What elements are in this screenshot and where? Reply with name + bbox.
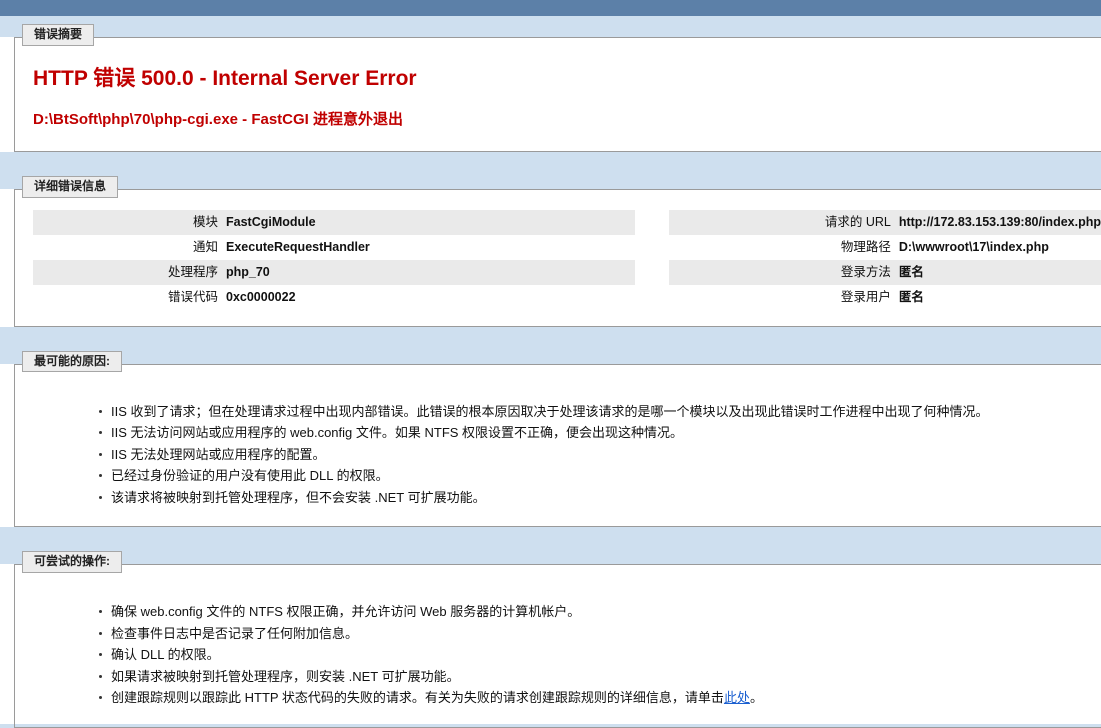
table-row: 处理程序 php_70 — [33, 259, 635, 285]
detail-table-right: 请求的 URL http://172.83.153.139:80/index.p… — [668, 210, 1101, 310]
detail-key: 处理程序 — [33, 259, 225, 285]
detail-key: 请求的 URL — [668, 210, 898, 235]
detail-value: D:\wwwroot\17\index.php — [898, 239, 1049, 254]
detail-key: 登录用户 — [840, 289, 891, 304]
detail-key: 通知 — [192, 239, 218, 254]
things-to-try-body: 确保 web.config 文件的 NTFS 权限正确，并允许访问 Web 服务… — [15, 565, 1101, 717]
text-before-link: 创建跟踪规则以跟踪此 HTTP 状态代码的失败的请求。有关为失败的请求创建跟踪规… — [111, 690, 724, 705]
error-summary-panel: 错误摘要 HTTP 错误 500.0 - Internal Server Err… — [0, 24, 1101, 152]
most-likely-causes-panel: 最可能的原因: IIS 收到了请求；但在处理请求过程中出现内部错误。此错误的根本… — [0, 350, 1101, 527]
list-item: 如果请求被映射到托管处理程序，则安装 .NET 可扩展功能。 — [99, 666, 1101, 688]
error-summary-body: HTTP 错误 500.0 - Internal Server Error D:… — [15, 38, 1101, 141]
list-item: IIS 无法处理网站或应用程序的配置。 — [99, 444, 1101, 466]
detail-columns: 模块 FastCgiModule 通知 ExecuteRequestHandle… — [15, 208, 1101, 314]
page-root: 错误摘要 HTTP 错误 500.0 - Internal Server Err… — [0, 0, 1101, 728]
error-subheading: D:\BtSoft\php\70\php-cgi.exe - FastCGI 进… — [33, 111, 404, 128]
detail-value: 0xc0000022 — [226, 289, 296, 304]
error-summary-fieldset: 错误摘要 HTTP 错误 500.0 - Internal Server Err… — [14, 24, 1101, 152]
detail-value: 匿名 — [897, 259, 1101, 285]
trace-rule-help-link[interactable]: 此处 — [724, 690, 750, 705]
things-to-try-fieldset: 可尝试的操作: 确保 web.config 文件的 NTFS 权限正确，并允许访… — [14, 551, 1101, 728]
list-item: 确保 web.config 文件的 NTFS 权限正确，并允许访问 Web 服务… — [99, 601, 1101, 623]
things-to-try-list: 确保 web.config 文件的 NTFS 权限正确，并允许访问 Web 服务… — [15, 601, 1101, 709]
table-row: 通知 ExecuteRequestHandler — [33, 235, 635, 260]
most-likely-causes-legend: 最可能的原因: — [22, 350, 122, 373]
text-after-link: 。 — [749, 690, 763, 705]
list-item: 确认 DLL 的权限。 — [99, 644, 1101, 666]
table-row: 登录用户 匿名 — [669, 285, 1101, 310]
detailed-error-legend: 详细错误信息 — [22, 176, 119, 198]
detailed-error-fieldset: 详细错误信息 模块 FastCgiModule 通知 ExecuteReques… — [14, 176, 1101, 327]
detail-value: php_70 — [225, 259, 635, 285]
list-item: 检查事件日志中是否记录了任何附加信息。 — [99, 623, 1101, 645]
detailed-error-panel: 详细错误信息 模块 FastCgiModule 通知 ExecuteReques… — [0, 176, 1101, 327]
detail-key: 物理路径 — [840, 239, 891, 254]
table-row: 物理路径 D:\wwwroot\17\index.php — [669, 235, 1101, 260]
panel-gap-3 — [0, 539, 1101, 550]
table-row: 模块 FastCgiModule — [33, 210, 635, 235]
table-row: 登录方法 匿名 — [668, 259, 1101, 285]
list-item-with-link: 创建跟踪规则以跟踪此 HTTP 状态代码的失败的请求。有关为失败的请求创建跟踪规… — [99, 687, 1101, 709]
detail-key: 登录方法 — [668, 259, 898, 285]
detail-value: http://172.83.153.139:80/index.php — [897, 210, 1101, 235]
things-to-try-panel: 可尝试的操作: 确保 web.config 文件的 NTFS 权限正确，并允许访… — [0, 551, 1101, 728]
panel-gap-1 — [0, 164, 1101, 175]
list-item: 已经过身份验证的用户没有使用此 DLL 的权限。 — [99, 465, 1101, 487]
table-row: 错误代码 0xc0000022 — [33, 285, 635, 310]
most-likely-causes-body: IIS 收到了请求；但在处理请求过程中出现内部错误。此错误的根本原因取决于处理该… — [15, 365, 1101, 517]
detail-value: 匿名 — [898, 289, 924, 304]
detail-value: FastCgiModule — [225, 210, 635, 235]
error-heading: HTTP 错误 500.0 - Internal Server Error — [33, 67, 417, 90]
table-row: 请求的 URL http://172.83.153.139:80/index.p… — [668, 210, 1101, 235]
detail-key: 错误代码 — [167, 289, 218, 304]
error-summary-legend: 错误摘要 — [22, 24, 95, 46]
banner-gap — [0, 16, 1101, 23]
top-banner — [0, 0, 1101, 16]
list-item: IIS 收到了请求；但在处理请求过程中出现内部错误。此错误的根本原因取决于处理该… — [99, 401, 1101, 423]
list-item: IIS 无法访问网站或应用程序的 web.config 文件。如果 NTFS 权… — [99, 422, 1101, 444]
detail-key: 模块 — [33, 210, 225, 235]
detailed-error-body: 模块 FastCgiModule 通知 ExecuteRequestHandle… — [15, 190, 1101, 316]
detail-table-left: 模块 FastCgiModule 通知 ExecuteRequestHandle… — [33, 210, 635, 310]
list-item: 该请求将被映射到托管处理程序，但不会安装 .NET 可扩展功能。 — [99, 487, 1101, 509]
things-to-try-legend: 可尝试的操作: — [22, 551, 122, 573]
detail-value: ExecuteRequestHandler — [226, 239, 370, 254]
most-likely-causes-fieldset: 最可能的原因: IIS 收到了请求；但在处理请求过程中出现内部错误。此错误的根本… — [14, 350, 1101, 527]
panel-gap-2 — [0, 338, 1101, 350]
most-likely-causes-list: IIS 收到了请求；但在处理请求过程中出现内部错误。此错误的根本原因取决于处理该… — [15, 401, 1101, 509]
